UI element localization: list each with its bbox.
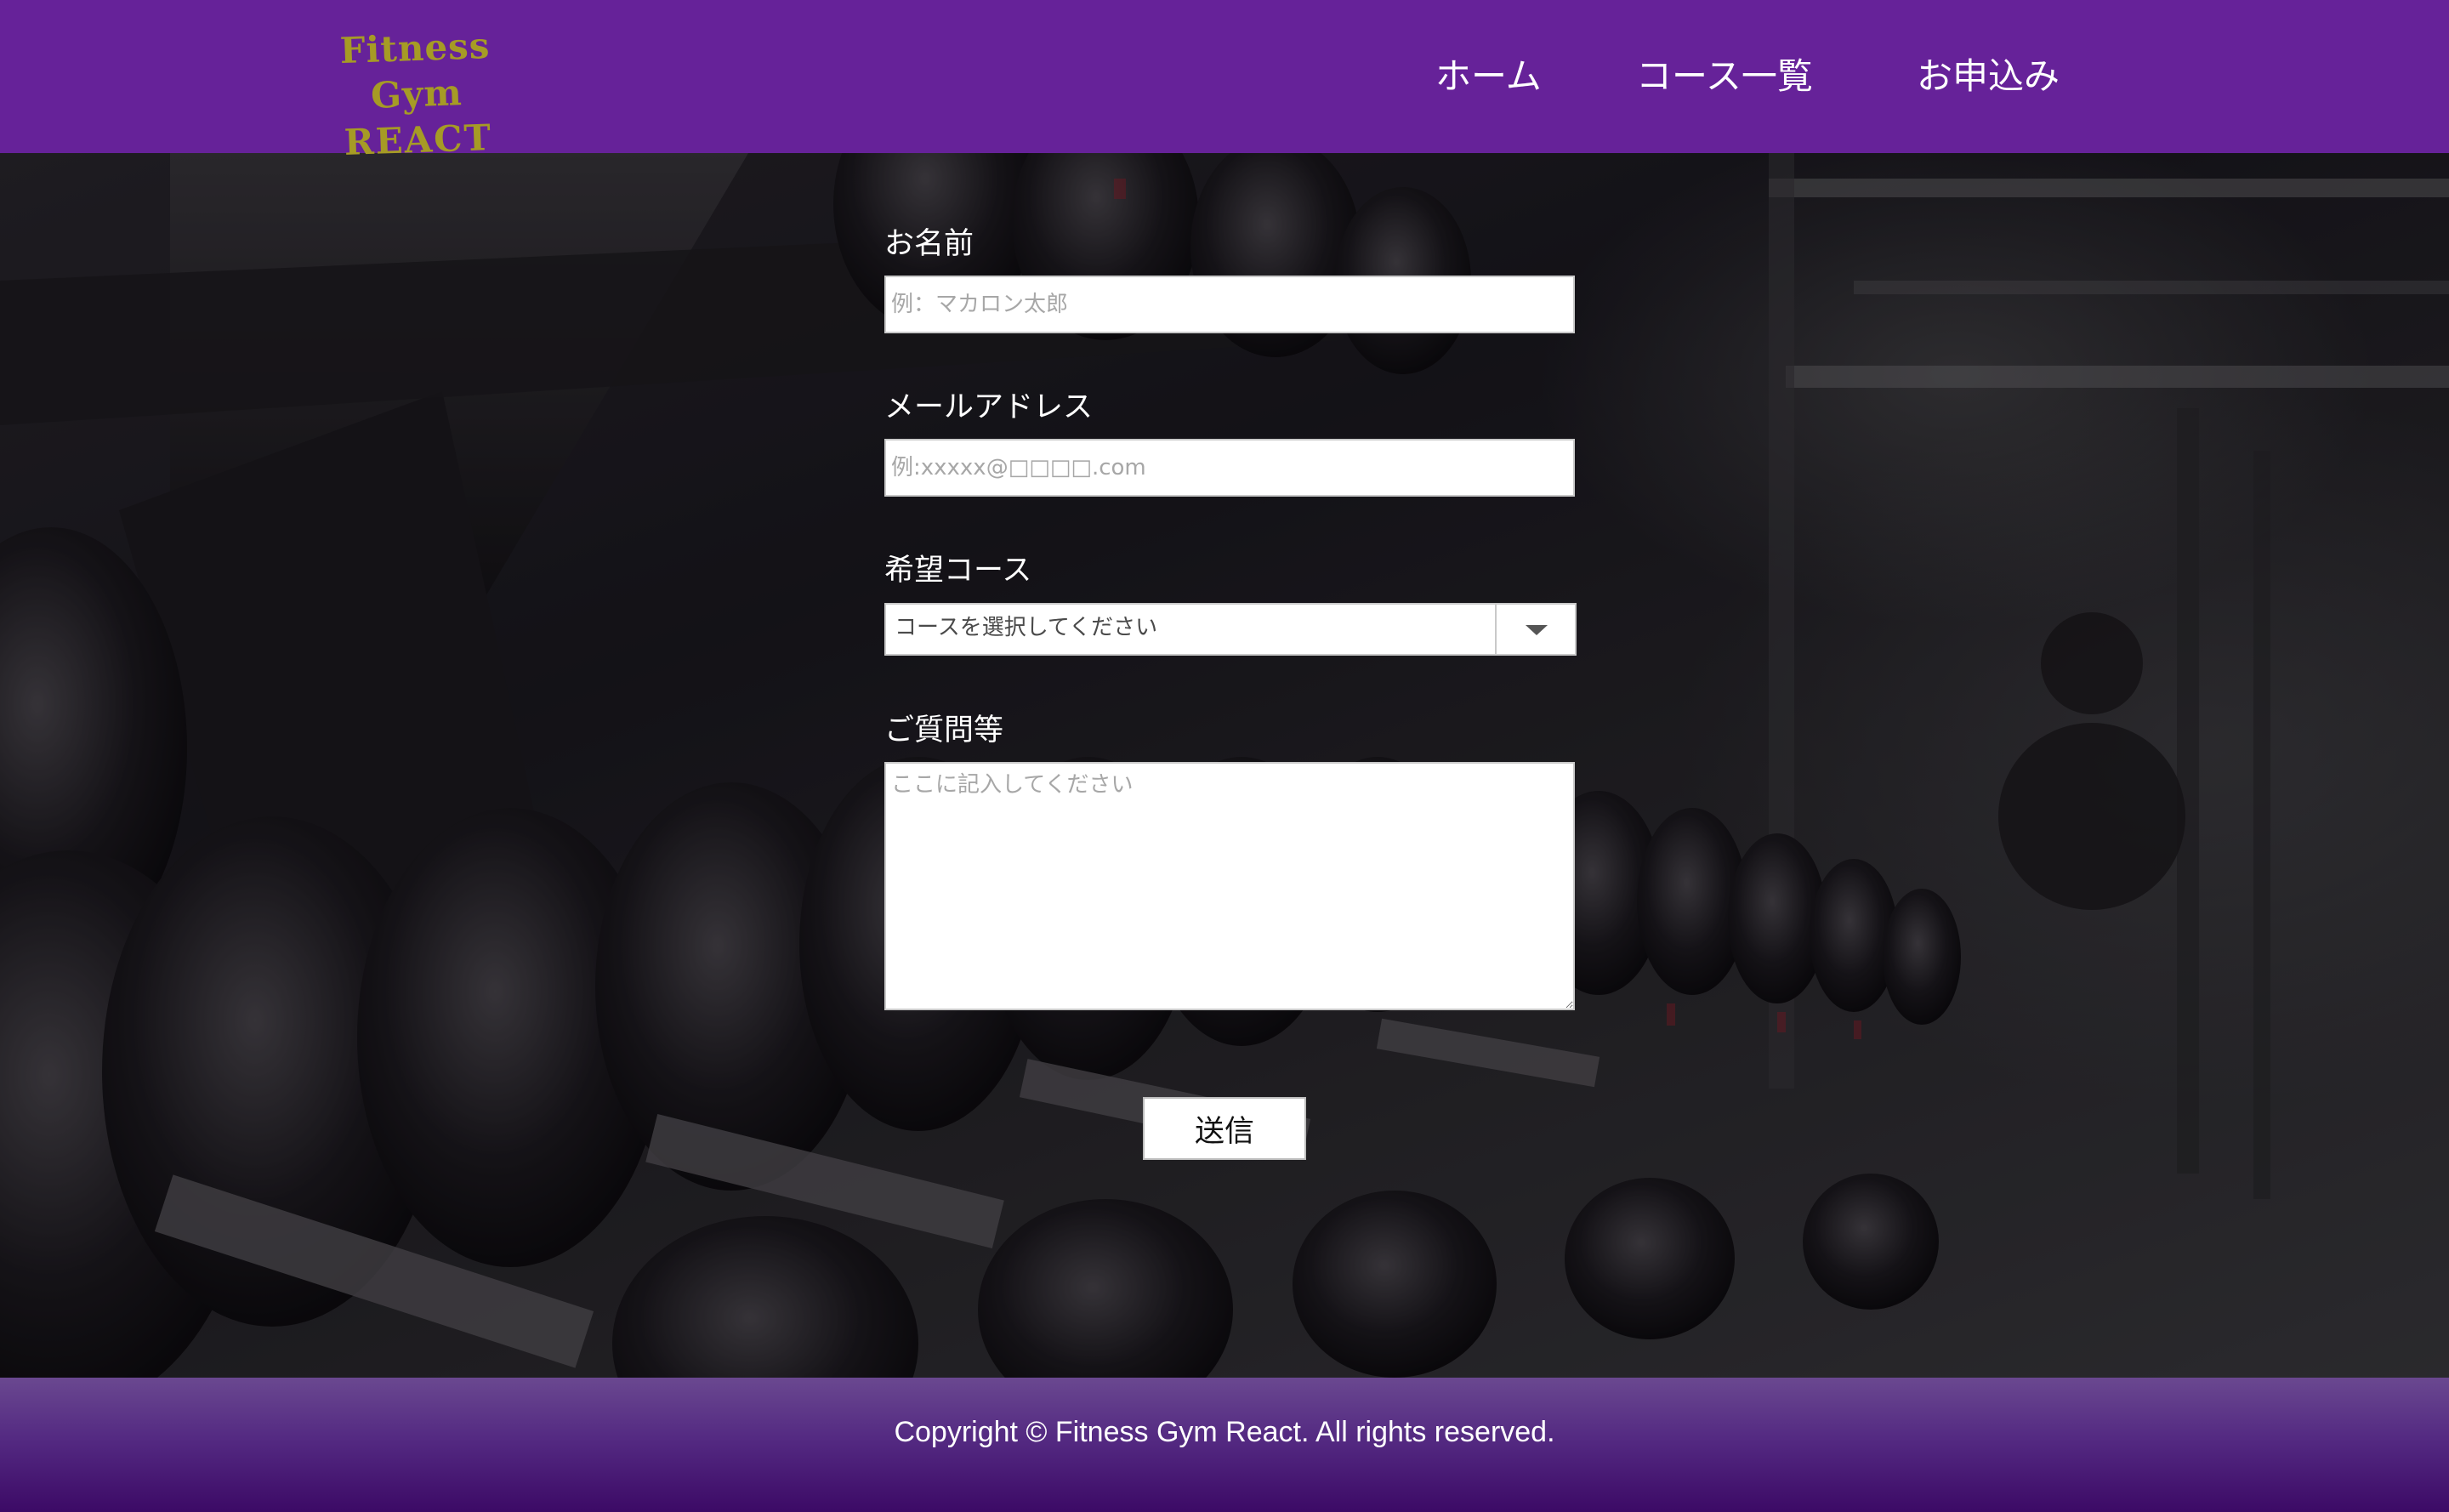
- chevron-down-icon: [1526, 625, 1548, 635]
- select-divider: [1495, 605, 1497, 654]
- email-label: メールアドレス: [884, 390, 1094, 424]
- nav-course-list[interactable]: コース一覧: [1636, 44, 1813, 109]
- course-select-value: コースを選択してください: [895, 615, 1158, 640]
- question-textarea[interactable]: [884, 762, 1575, 1010]
- course-label: 希望コース: [884, 554, 1032, 588]
- submit-button[interactable]: 送信: [1143, 1097, 1306, 1160]
- name-label: お名前: [884, 227, 974, 261]
- name-input[interactable]: [884, 276, 1575, 333]
- question-label: ご質問等: [884, 713, 1004, 747]
- course-select[interactable]: コースを選択してください: [884, 603, 1577, 656]
- copyright-text: Copyright © Fitness Gym React. All right…: [894, 1416, 1555, 1448]
- site-footer: Copyright © Fitness Gym React. All right…: [0, 1378, 2449, 1512]
- email-input[interactable]: [884, 439, 1575, 497]
- logo-line2: REACT: [343, 116, 493, 163]
- nav-home[interactable]: ホーム: [1435, 44, 1542, 109]
- logo-line1: Fitness Gym: [338, 24, 492, 117]
- nav-apply[interactable]: お申込み: [1917, 44, 2060, 109]
- site-header: Fitness Gym REACT ホーム コース一覧 お申込み: [0, 0, 2449, 163]
- page: Fitness Gym REACT ホーム コース一覧 お申込み お名前 例：マ…: [0, 0, 2449, 1512]
- site-logo[interactable]: Fitness Gym REACT: [291, 21, 541, 163]
